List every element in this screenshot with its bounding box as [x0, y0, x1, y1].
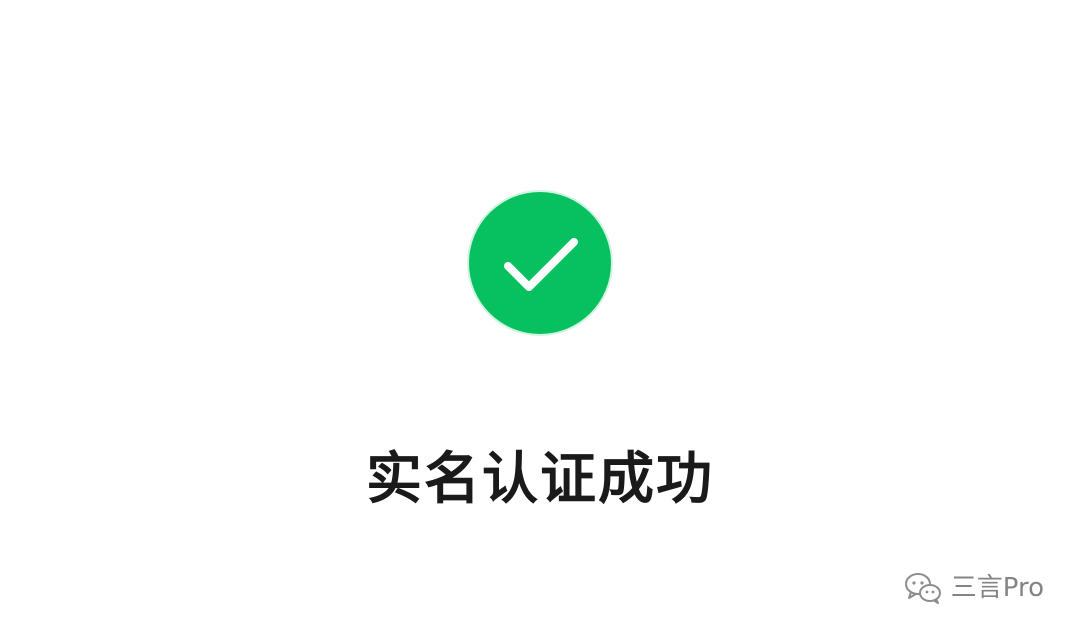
verification-success-title: 实名认证成功 — [366, 447, 714, 512]
check-circle-icon — [467, 190, 613, 336]
wechat-channel-icon — [904, 573, 941, 604]
check-circle-svg — [467, 190, 613, 336]
watermark-text: 三言Pro — [950, 573, 1044, 603]
watermark: 三言Pro — [903, 568, 1044, 608]
verification-result-page: 实名认证成功 三言Pro — [0, 0, 1080, 636]
